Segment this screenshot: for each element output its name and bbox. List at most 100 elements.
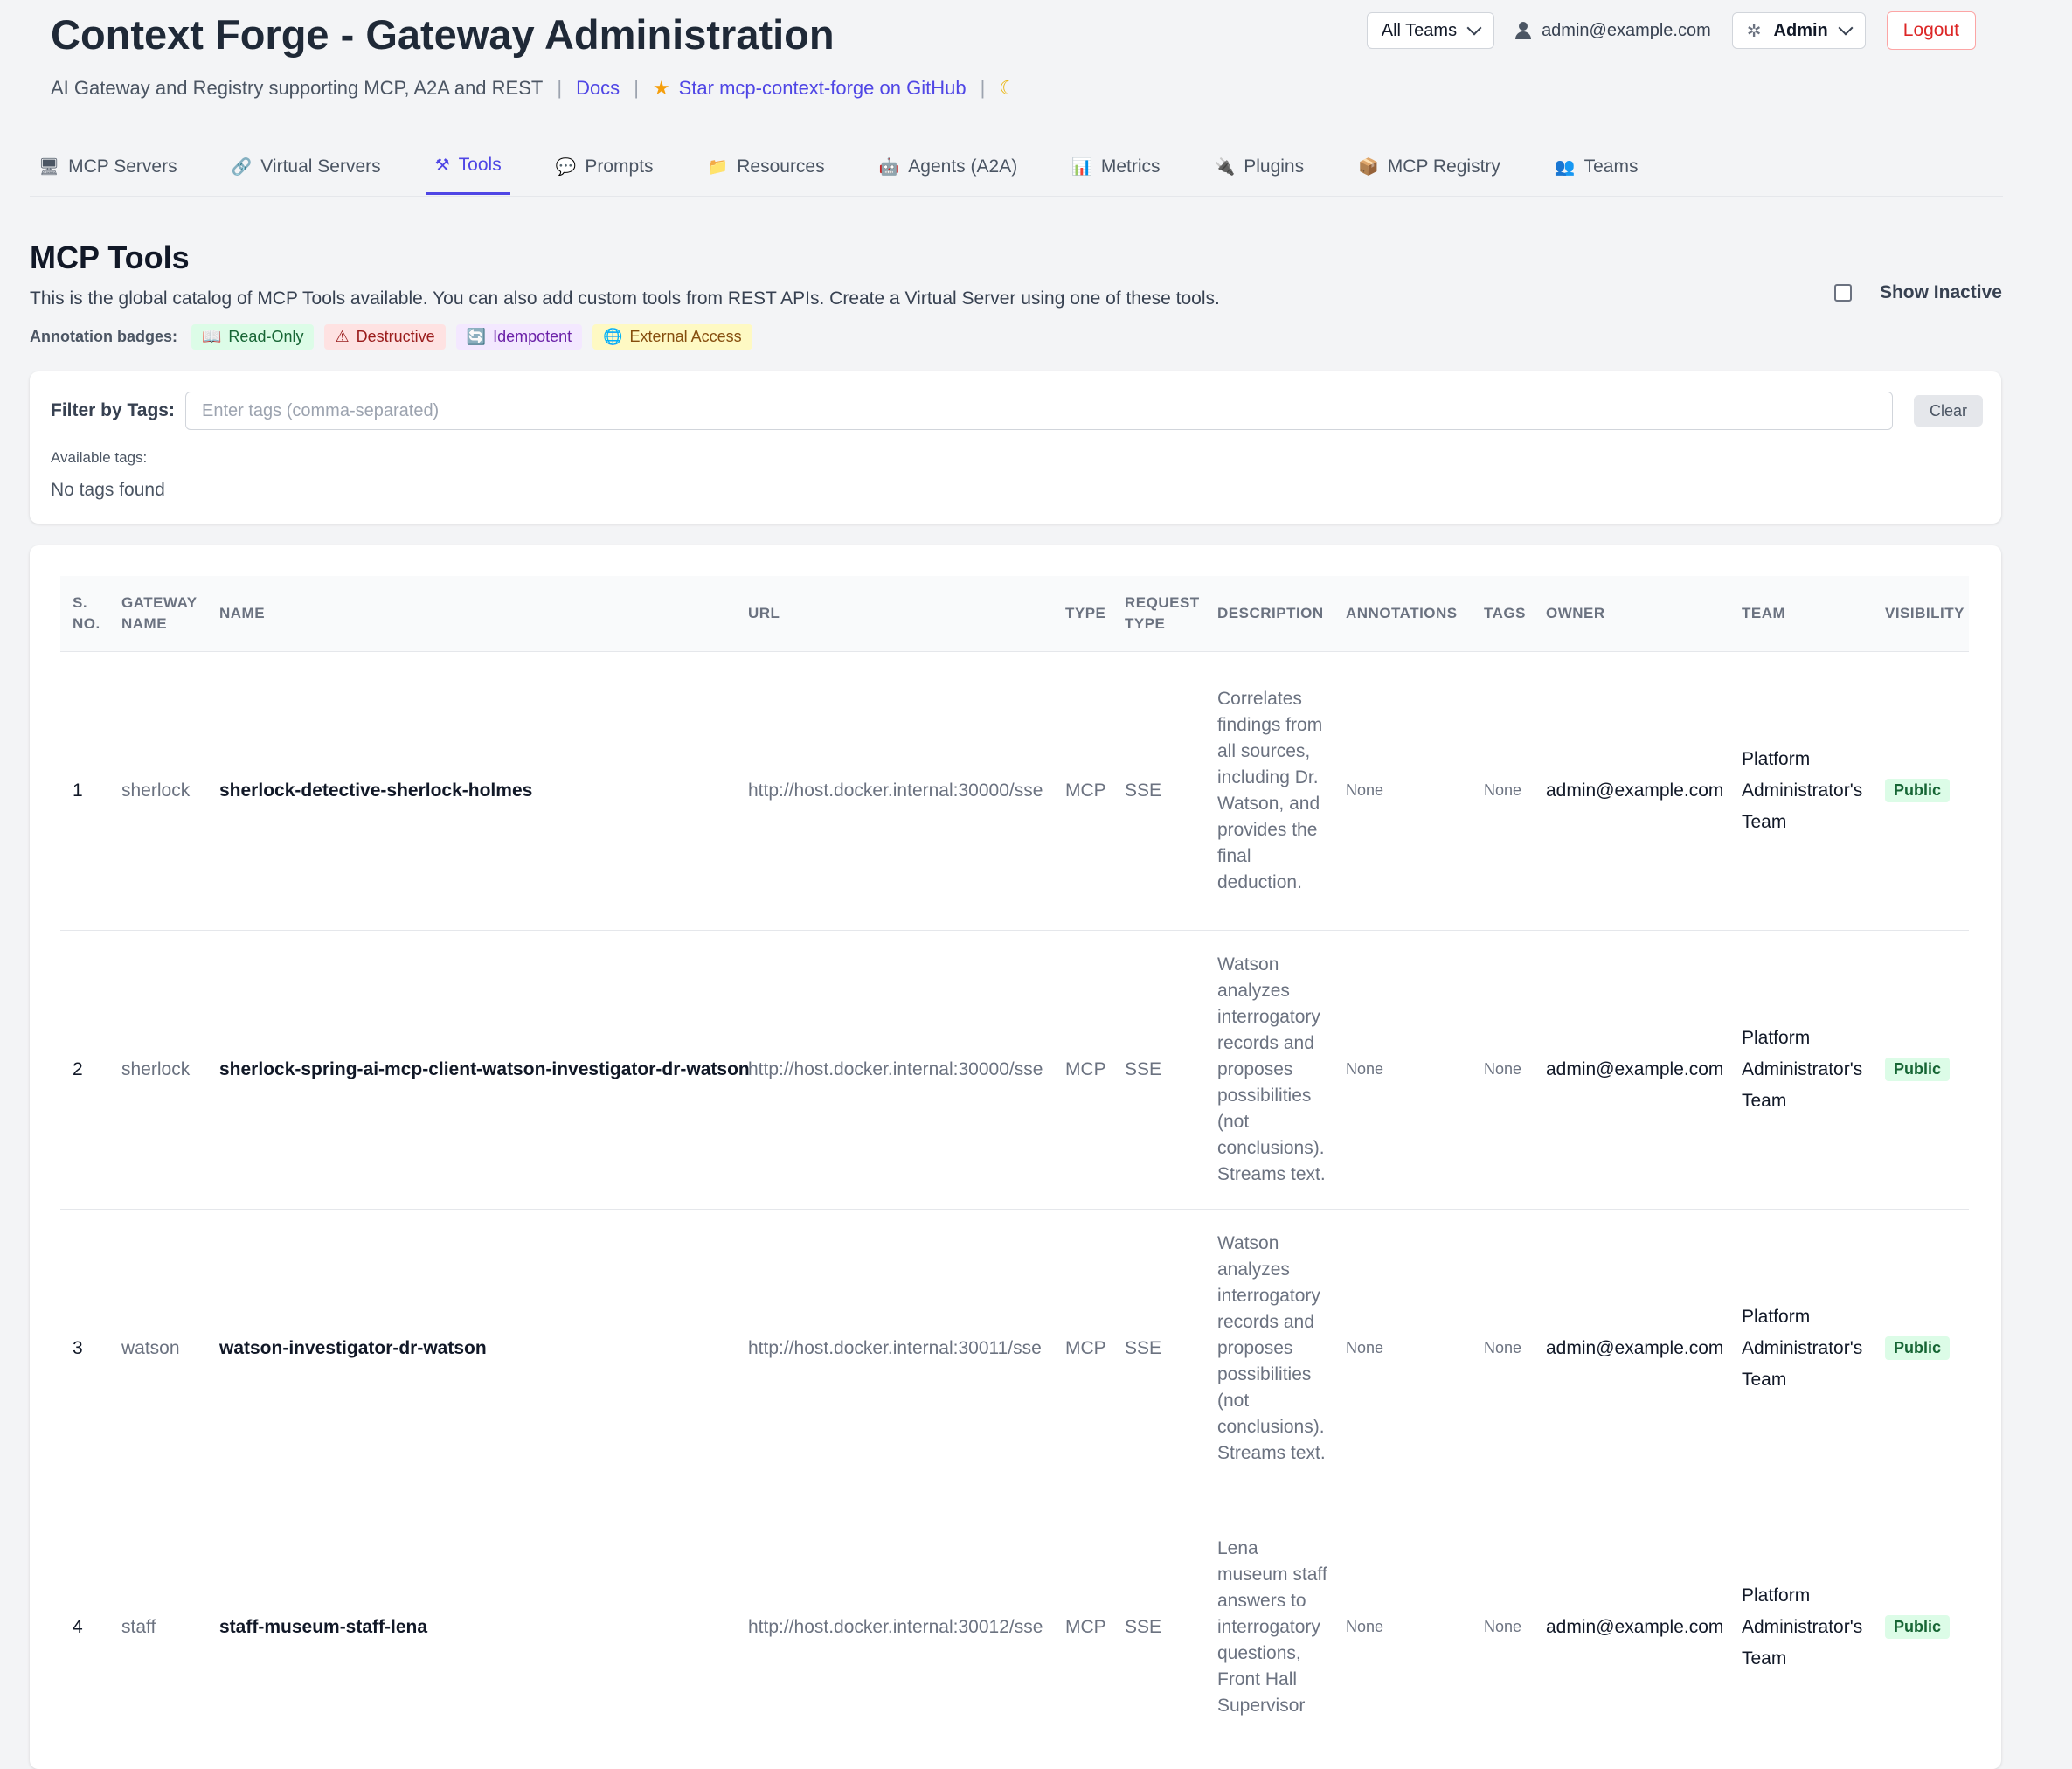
tab-metrics[interactable]: 📊 Metrics (1063, 138, 1168, 195)
theme-toggle-moon-icon[interactable]: ☾ (999, 77, 1016, 100)
logout-button[interactable]: Logout (1886, 11, 1976, 50)
header-sno: S. NO. (73, 593, 100, 632)
tools-table-panel: S. NO. GATEWAY NAME NAME URL TYPE REQUEST T… (30, 545, 2001, 1769)
cell-visibility: Public (1873, 1488, 1969, 1766)
table-row[interactable]: 2 sherlock sherlock-spring-ai-mcp-client… (60, 930, 1969, 1209)
table-row[interactable]: 4 staff staff-museum-staff-lena http://h… (60, 1488, 1969, 1766)
badge-read-only: 📖 Read-Only (191, 324, 315, 350)
tab-label: Prompts (585, 156, 654, 177)
cell-type: MCP (1065, 1058, 1106, 1079)
tab-label: Tools (458, 155, 502, 175)
speech-bubble-icon: 💬 (555, 157, 577, 177)
cell-url: http://host.docker.internal:30011/sse (748, 1337, 1042, 1358)
cell-name: sherlock-detective-sherlock-holmes (219, 780, 533, 801)
cell-sno: 2 (73, 1058, 83, 1079)
badge-label: Destructive (356, 328, 435, 345)
annotation-badges-label: Annotation badges: (30, 328, 177, 345)
cell-annotations: None (1346, 1060, 1384, 1078)
badge-idempotent: 🔄 Idempotent (455, 324, 583, 350)
docs-link[interactable]: Docs (576, 77, 620, 100)
top-bar: All Teams admin@example.com ✲ Admin Logo… (1366, 11, 1976, 50)
badge-external-access: 🌐 External Access (592, 324, 752, 350)
visibility-badge: Public (1885, 1615, 1951, 1640)
cell-owner: admin@example.com (1546, 1058, 1724, 1079)
cell-type: MCP (1065, 1337, 1106, 1358)
cell-name: watson-investigator-dr-watson (219, 1337, 487, 1358)
tab-label: Resources (737, 156, 825, 177)
cell-name: staff-museum-staff-lena (219, 1616, 428, 1637)
show-inactive-checkbox[interactable] (1833, 284, 1852, 302)
github-link-label: Star mcp-context-forge on GitHub (678, 77, 967, 99)
package-icon: 📦 (1358, 157, 1379, 177)
tools-table: S. NO. GATEWAY NAME NAME URL TYPE REQUEST T… (60, 576, 1969, 1766)
cell-annotations: None (1346, 781, 1384, 799)
tab-mcp-registry[interactable]: 📦 MCP Registry (1349, 138, 1509, 195)
cell-description: Correlates findings from all sources, in… (1217, 688, 1323, 892)
cell-sno: 1 (73, 780, 83, 801)
cell-url: http://host.docker.internal:30012/sse (748, 1616, 1043, 1637)
cell-visibility: Public (1873, 1209, 1969, 1488)
tab-label: MCP Servers (68, 156, 177, 177)
team-select[interactable]: All Teams (1366, 12, 1495, 49)
tab-resources[interactable]: 📁 Resources (699, 138, 834, 195)
table-row[interactable]: 3 watson watson-investigator-dr-watson h… (60, 1209, 1969, 1488)
tab-label: MCP Registry (1387, 156, 1500, 177)
cell-team: Platform Administrator's Team (1742, 1585, 1863, 1668)
header-tags: TAGS (1484, 604, 1526, 621)
tag-filter-input[interactable] (185, 392, 1893, 430)
bar-chart-icon: 📊 (1071, 157, 1092, 177)
subtitle-text: AI Gateway and Registry supporting MCP, … (51, 77, 544, 99)
tab-teams[interactable]: 👥 Teams (1546, 138, 1647, 195)
visibility-badge: Public (1885, 779, 1951, 802)
user-email: admin@example.com (1542, 20, 1711, 40)
robot-icon: 🤖 (878, 157, 900, 177)
header-visibility: VISIBILITY (1885, 604, 1965, 621)
cell-team: Platform Administrator's Team (1742, 748, 1863, 832)
cell-owner: admin@example.com (1546, 780, 1724, 801)
cell-visibility: Public (1873, 651, 1969, 930)
people-icon: 👥 (1554, 157, 1576, 177)
header-gateway-name: GATEWAY NAME (121, 593, 197, 632)
cell-request-type: SSE (1125, 1337, 1162, 1358)
user-icon (1515, 22, 1532, 39)
tab-virtual-servers[interactable]: 🔗 Virtual Servers (223, 138, 390, 195)
chevron-down-icon (1838, 20, 1854, 36)
tools-icon: ⚒ (434, 156, 450, 175)
cell-tags: None (1484, 1618, 1522, 1636)
header-name: NAME (219, 604, 266, 621)
plug-icon: 🔌 (1214, 157, 1236, 177)
repeat-icon: 🔄 (466, 328, 487, 345)
cell-gateway: sherlock (121, 1058, 191, 1079)
table-row[interactable]: 1 sherlock sherlock-detective-sherlock-h… (60, 651, 1969, 930)
cell-description: Watson analyzes interrogatory records an… (1217, 954, 1326, 1184)
team-select-value: All Teams (1381, 20, 1458, 40)
separator: | (557, 77, 563, 99)
section-description: This is the global catalog of MCP Tools … (30, 288, 1220, 309)
show-inactive-toggle[interactable]: Show Inactive (1833, 282, 2002, 303)
gear-icon: ✲ (1746, 21, 1762, 41)
tab-mcp-servers[interactable]: 🖥 MCP Servers (30, 138, 186, 195)
header-description: DESCRIPTION (1217, 604, 1324, 621)
tag-filter-panel: Filter by Tags: Clear Available tags: No… (30, 371, 2001, 524)
cell-type: MCP (1065, 780, 1106, 801)
tab-prompts[interactable]: 💬 Prompts (547, 138, 662, 195)
github-star-link[interactable]: ★ Star mcp-context-forge on GitHub (653, 77, 967, 100)
table-header-row: S. NO. GATEWAY NAME NAME URL TYPE REQUEST T… (60, 576, 1969, 651)
badge-label: Idempotent (493, 328, 572, 345)
role-select[interactable]: ✲ Admin (1731, 12, 1866, 49)
cell-url: http://host.docker.internal:30000/sse (748, 1058, 1043, 1079)
tab-label: Metrics (1100, 156, 1161, 177)
warning-icon: ⚠ (335, 328, 350, 345)
visibility-badge: Public (1885, 1336, 1951, 1360)
tab-tools[interactable]: ⚒ Tools (426, 138, 510, 195)
badge-destructive: ⚠ Destructive (324, 324, 446, 350)
user-info: admin@example.com (1515, 21, 1711, 41)
tab-plugins[interactable]: 🔌 Plugins (1206, 138, 1313, 195)
role-select-value: Admin (1773, 20, 1828, 40)
monitor-icon: 🖥 (38, 157, 60, 177)
tab-agents[interactable]: 🤖 Agents (A2A) (870, 138, 1027, 195)
separator: | (980, 77, 986, 99)
cell-gateway: watson (121, 1337, 180, 1358)
clear-button[interactable]: Clear (1914, 395, 1984, 427)
cell-annotations: None (1346, 1339, 1384, 1356)
